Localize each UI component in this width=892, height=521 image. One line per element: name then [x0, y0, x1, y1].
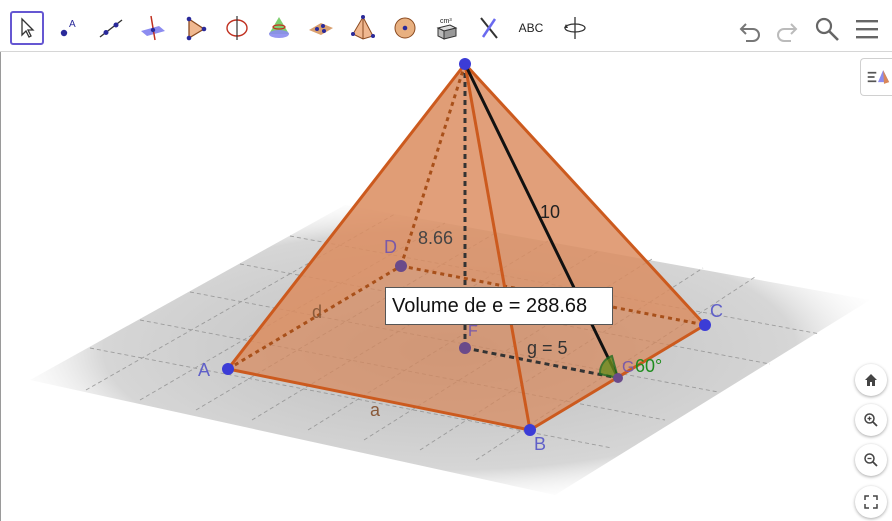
- sphere-tool[interactable]: [388, 11, 422, 45]
- label-edge: 10: [540, 202, 560, 222]
- menu-icon: [856, 20, 878, 39]
- label-point-g: G: [622, 359, 634, 376]
- label-point-c: C: [710, 301, 723, 321]
- line-icon: [99, 19, 123, 38]
- zoom-in-icon: [864, 413, 878, 427]
- point-f[interactable]: [459, 342, 471, 354]
- plane-icon: [309, 23, 333, 35]
- point-a[interactable]: [222, 363, 234, 375]
- point-e[interactable]: [459, 58, 471, 70]
- perpendicular-icon: [141, 15, 165, 41]
- point-tool[interactable]: A: [52, 11, 86, 45]
- pointer-icon: [21, 17, 35, 38]
- move-tool[interactable]: [10, 11, 44, 45]
- redo-button[interactable]: [772, 14, 802, 44]
- toolbar: A cm³ ABC: [0, 0, 892, 52]
- intersect-surfaces-tool[interactable]: [262, 11, 296, 45]
- zoom-in-button[interactable]: [855, 404, 887, 436]
- sphere-icon: [394, 17, 416, 39]
- label-point-b: B: [534, 434, 546, 454]
- volume-label[interactable]: Volume de e = 288.68: [385, 287, 613, 325]
- volume-icon: cm³: [436, 18, 458, 40]
- undo-button[interactable]: [735, 14, 765, 44]
- intersect-icon: [269, 17, 289, 38]
- fullscreen-button[interactable]: [855, 486, 887, 518]
- label-segment-a: a: [370, 400, 381, 420]
- perpendicular-tool[interactable]: [136, 11, 170, 45]
- text-tool[interactable]: ABC: [514, 11, 548, 45]
- label-angle: 60°: [635, 356, 662, 376]
- search-button[interactable]: [812, 14, 842, 44]
- rotate-view-icon: [564, 17, 586, 39]
- label-height: 8.66: [418, 228, 453, 248]
- label-point-a: A: [198, 360, 210, 380]
- plane-tool[interactable]: [304, 11, 338, 45]
- line-tool[interactable]: [94, 11, 128, 45]
- point-icon: A: [60, 19, 76, 37]
- label-point-d: D: [384, 237, 397, 257]
- algebra-panel-icon: [867, 70, 889, 84]
- polygon-tool[interactable]: [178, 11, 212, 45]
- circle-axis-tool[interactable]: [220, 11, 254, 45]
- text-tool-label: ABC: [518, 21, 544, 35]
- label-segment-d: d: [312, 302, 322, 322]
- redo-icon: [777, 23, 798, 42]
- reflect-icon: [480, 17, 498, 39]
- undo-icon: [739, 23, 760, 42]
- rotate-view-tool[interactable]: [558, 11, 592, 45]
- polygon-icon: [186, 16, 207, 41]
- home-icon: [865, 374, 877, 386]
- fullscreen-icon: [864, 495, 878, 509]
- svg-text:cm³: cm³: [440, 18, 452, 25]
- circle-axis-icon: [226, 16, 248, 40]
- svg-text:A: A: [69, 19, 76, 30]
- pyramid-icon: [351, 15, 375, 40]
- pyramid-tool[interactable]: [346, 11, 380, 45]
- reflect-tool[interactable]: [472, 11, 506, 45]
- main-menu-button[interactable]: [852, 14, 882, 44]
- search-icon: [815, 17, 839, 41]
- point-d[interactable]: [395, 260, 407, 272]
- algebra-panel-toggle[interactable]: [860, 58, 892, 96]
- zoom-out-icon: [864, 453, 878, 467]
- home-button[interactable]: [855, 364, 887, 396]
- label-point-f: F: [468, 323, 478, 340]
- volume-tool[interactable]: cm³: [430, 11, 464, 45]
- label-segment-g: g = 5: [527, 338, 568, 358]
- zoom-out-button[interactable]: [855, 444, 887, 476]
